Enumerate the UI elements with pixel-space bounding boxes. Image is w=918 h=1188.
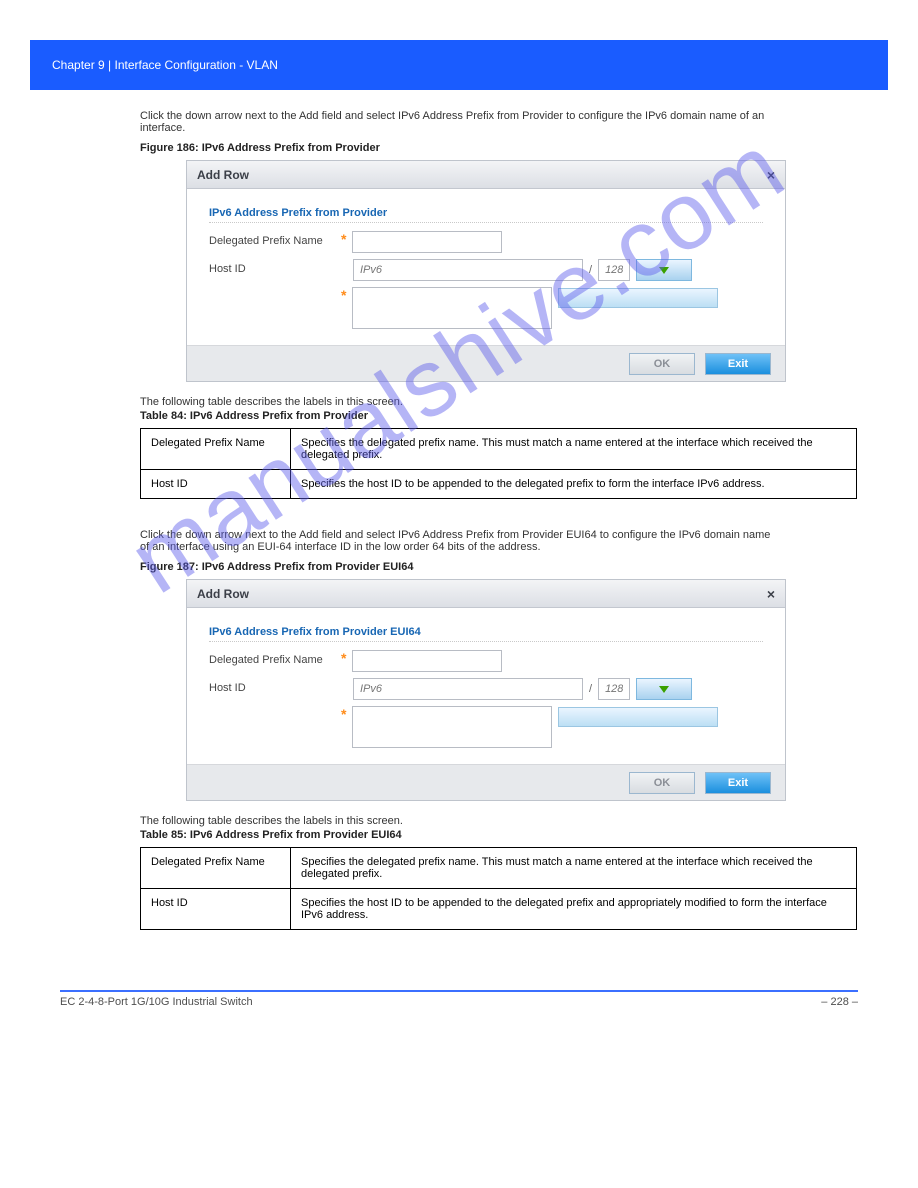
ok-button[interactable]: OK — [629, 772, 695, 794]
figure-label-1: Figure 186: IPv6 Address Prefix from Pro… — [140, 142, 778, 154]
dialog-add-row-provider: Add Row × IPv6 Address Prefix from Provi… — [186, 160, 786, 382]
table-cell: Specifies the delegated prefix name. Thi… — [291, 848, 857, 889]
exit-button[interactable]: Exit — [705, 772, 771, 794]
dialog-footer: OK Exit — [187, 764, 785, 800]
required-star: * — [341, 650, 346, 666]
required-star: * — [341, 287, 346, 303]
intro-text-1: Click the down arrow next to the Add fie… — [140, 110, 778, 134]
table-cell: Host ID — [141, 889, 291, 930]
prefix-name-input[interactable] — [352, 650, 502, 672]
slash-separator: / — [589, 683, 592, 695]
table-row: Delegated Prefix Name Specifies the dele… — [141, 429, 857, 470]
host-id-input[interactable] — [353, 678, 583, 700]
dialog-footer: OK Exit — [187, 345, 785, 381]
description-table-2: Delegated Prefix Name Specifies the dele… — [140, 847, 857, 930]
table-caption-2: The following table describes the labels… — [140, 815, 778, 827]
table-cell: Specifies the host ID to be appended to … — [291, 889, 857, 930]
page-footer: EC 2-4-8-Port 1G/10G Industrial Switch –… — [60, 990, 858, 1008]
table-cell: Specifies the host ID to be appended to … — [291, 470, 857, 499]
slash-separator: / — [589, 264, 592, 276]
prefix-length-input[interactable] — [598, 259, 630, 281]
prefix-length-input[interactable] — [598, 678, 630, 700]
host-id-input[interactable] — [353, 259, 583, 281]
table-row: Host ID Specifies the host ID to be appe… — [141, 889, 857, 930]
dialog-titlebar: Add Row × — [187, 161, 785, 189]
required-star: * — [341, 231, 346, 247]
details-textarea[interactable] — [352, 287, 552, 329]
table-cell: Delegated Prefix Name — [141, 429, 291, 470]
table-cell: Specifies the delegated prefix name. Thi… — [291, 429, 857, 470]
table-row: Host ID Specifies the host ID to be appe… — [141, 470, 857, 499]
intro-text-2: Click the down arrow next to the Add fie… — [140, 529, 778, 553]
dialog-titlebar: Add Row × — [187, 580, 785, 608]
wide-action-button[interactable] — [558, 288, 718, 308]
ok-button[interactable]: OK — [629, 353, 695, 375]
add-dropdown-button[interactable] — [636, 259, 692, 281]
label-host-id: Host ID — [209, 259, 339, 275]
row-host-id: Host ID / — [209, 259, 763, 281]
description-table-1: Delegated Prefix Name Specifies the dele… — [140, 428, 857, 499]
label-prefix-name: Delegated Prefix Name — [209, 231, 339, 247]
chevron-down-icon — [659, 686, 669, 693]
label-host-id: Host ID — [209, 678, 339, 694]
row-textarea: * — [209, 287, 763, 329]
table-caption-1: The following table describes the labels… — [140, 396, 778, 408]
row-textarea: * — [209, 706, 763, 748]
wide-action-button[interactable] — [558, 707, 718, 727]
chevron-down-icon — [659, 267, 669, 274]
section-title: IPv6 Address Prefix from Provider — [209, 207, 763, 223]
table-title-2: Table 85: IPv6 Address Prefix from Provi… — [140, 829, 778, 841]
table-row: Delegated Prefix Name Specifies the dele… — [141, 848, 857, 889]
prefix-name-input[interactable] — [352, 231, 502, 253]
chapter-header-bar: Chapter 9 | Interface Configuration - VL… — [30, 40, 888, 90]
add-dropdown-button[interactable] — [636, 678, 692, 700]
table-cell: Delegated Prefix Name — [141, 848, 291, 889]
footer-left: EC 2-4-8-Port 1G/10G Industrial Switch — [60, 996, 253, 1008]
close-icon[interactable]: × — [767, 586, 775, 602]
row-prefix-name: Delegated Prefix Name * — [209, 650, 763, 672]
footer-right: – 228 – — [821, 996, 858, 1008]
section-title: IPv6 Address Prefix from Provider EUI64 — [209, 626, 763, 642]
label-prefix-name: Delegated Prefix Name — [209, 650, 339, 666]
exit-button[interactable]: Exit — [705, 353, 771, 375]
figure-label-2: Figure 187: IPv6 Address Prefix from Pro… — [140, 561, 778, 573]
close-icon[interactable]: × — [767, 167, 775, 183]
dialog-title: Add Row — [197, 587, 249, 601]
dialog-add-row-provider-eui64: Add Row × IPv6 Address Prefix from Provi… — [186, 579, 786, 801]
table-cell: Host ID — [141, 470, 291, 499]
row-host-id: Host ID / — [209, 678, 763, 700]
details-textarea[interactable] — [352, 706, 552, 748]
table-title-1: Table 84: IPv6 Address Prefix from Provi… — [140, 410, 778, 422]
required-star: * — [341, 706, 346, 722]
row-prefix-name: Delegated Prefix Name * — [209, 231, 763, 253]
dialog-title: Add Row — [197, 168, 249, 182]
chapter-title: Chapter 9 | Interface Configuration - VL… — [52, 58, 278, 72]
